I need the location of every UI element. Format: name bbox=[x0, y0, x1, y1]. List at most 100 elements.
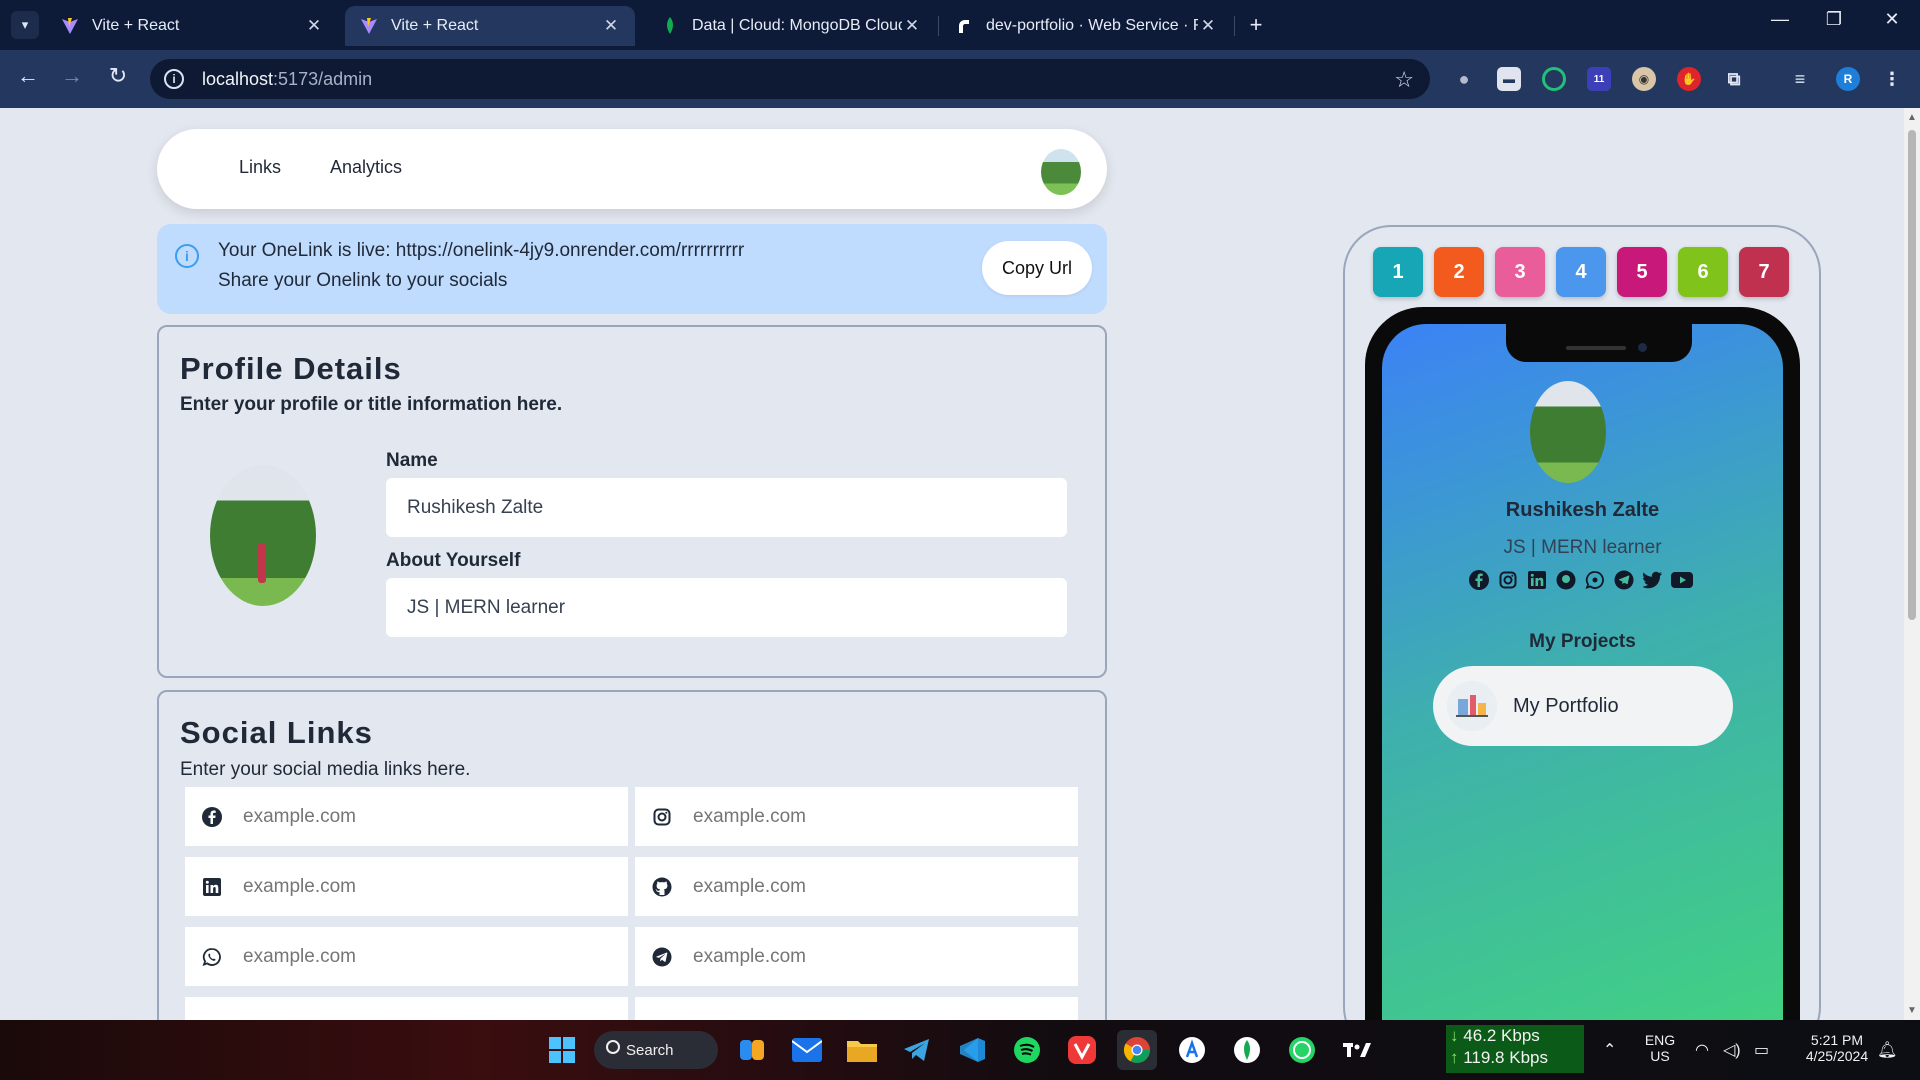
whatsapp-app-icon[interactable] bbox=[1282, 1030, 1322, 1070]
instagram-field[interactable] bbox=[635, 787, 1078, 846]
facebook-icon[interactable] bbox=[1468, 569, 1490, 591]
browser-tab-4[interactable]: dev-portfolio · Web Service · R ✕ bbox=[940, 6, 1232, 46]
close-icon[interactable]: ✕ bbox=[304, 16, 324, 36]
phone-camera bbox=[1638, 343, 1647, 352]
youtube-field[interactable] bbox=[635, 997, 1078, 1020]
avatar[interactable] bbox=[1041, 149, 1081, 195]
telegram-app-icon[interactable] bbox=[897, 1030, 937, 1070]
language-indicator[interactable]: ENG US bbox=[1644, 1032, 1676, 1064]
wifi-icon[interactable]: ◠ bbox=[1695, 1040, 1709, 1060]
tab-search-button[interactable]: ▾ bbox=[11, 11, 39, 39]
extensions-puzzle-icon[interactable]: ⧉ bbox=[1722, 67, 1746, 91]
linkedin-icon bbox=[201, 876, 223, 898]
address-bar[interactable]: i localhost:5173/admin ☆ bbox=[150, 59, 1430, 99]
github-icon bbox=[651, 876, 673, 898]
profile-photo[interactable] bbox=[210, 465, 316, 606]
site-info-icon[interactable]: i bbox=[164, 69, 184, 89]
scrollbar-thumb[interactable] bbox=[1908, 130, 1916, 620]
name-label: Name bbox=[386, 450, 438, 471]
browser-tab-1[interactable]: Vite + React ✕ bbox=[46, 6, 338, 46]
nav-links[interactable]: Links bbox=[239, 157, 281, 178]
nav-analytics[interactable]: Analytics bbox=[330, 157, 402, 178]
theme-button-2[interactable]: 2 bbox=[1434, 247, 1484, 297]
theme-button-6[interactable]: 6 bbox=[1678, 247, 1728, 297]
notification-bell-icon[interactable]: 🔔︎ bbox=[1877, 1040, 1897, 1060]
spotify-icon[interactable] bbox=[1007, 1030, 1047, 1070]
close-icon[interactable]: ✕ bbox=[601, 16, 621, 36]
theme-button-1[interactable]: 1 bbox=[1373, 247, 1423, 297]
tradingview-icon[interactable] bbox=[1337, 1030, 1377, 1070]
url-text[interactable]: localhost:5173/admin bbox=[202, 69, 372, 90]
whatsapp-field[interactable] bbox=[185, 927, 628, 986]
instagram-input[interactable] bbox=[693, 805, 1053, 828]
whatsapp-icon[interactable] bbox=[1584, 569, 1606, 591]
back-button[interactable]: ← bbox=[13, 63, 43, 89]
twitter-icon[interactable] bbox=[1642, 569, 1664, 591]
github-field[interactable] bbox=[635, 857, 1078, 916]
upload-speed: 119.8 Kbps bbox=[1463, 1048, 1548, 1067]
theme-button-3[interactable]: 3 bbox=[1495, 247, 1545, 297]
linkedin-input[interactable] bbox=[243, 875, 603, 898]
volume-icon[interactable]: ◁) bbox=[1723, 1040, 1741, 1060]
mongodb-compass-icon[interactable] bbox=[1227, 1030, 1267, 1070]
extension-face-icon[interactable]: ◉ bbox=[1632, 67, 1656, 91]
windows-start-icon[interactable] bbox=[542, 1030, 582, 1070]
app-store-icon[interactable] bbox=[1172, 1030, 1212, 1070]
extension-bulb-icon[interactable]: ● bbox=[1452, 67, 1476, 91]
tray-overflow-chevron-icon[interactable]: ⌃ bbox=[1603, 1040, 1616, 1060]
extension-badge-icon[interactable]: 11 bbox=[1587, 67, 1611, 91]
instagram-icon[interactable] bbox=[1497, 569, 1519, 591]
github-icon[interactable] bbox=[1555, 569, 1577, 591]
clock[interactable]: 5:21 PM 4/25/2024 bbox=[1790, 1032, 1884, 1064]
page-scrollbar[interactable]: ▲ ▼ bbox=[1904, 108, 1920, 1020]
telegram-icon[interactable] bbox=[1613, 569, 1635, 591]
youtube-icon[interactable] bbox=[1671, 569, 1693, 591]
forward-button[interactable]: → bbox=[57, 63, 87, 89]
reload-button[interactable]: ↻ bbox=[103, 63, 133, 89]
theme-label: 2 bbox=[1453, 260, 1465, 283]
copy-url-button[interactable]: Copy Url bbox=[982, 241, 1092, 295]
browser-menu-icon[interactable]: ⋮ bbox=[1880, 67, 1904, 91]
chrome-icon[interactable] bbox=[1117, 1030, 1157, 1070]
vivaldi-icon[interactable] bbox=[1062, 1030, 1102, 1070]
extension-stop-icon[interactable]: ✋ bbox=[1677, 67, 1701, 91]
whatsapp-input[interactable] bbox=[243, 945, 603, 968]
project-thumbnail bbox=[1447, 681, 1497, 731]
linkedin-icon[interactable] bbox=[1526, 569, 1548, 591]
bookmark-star-icon[interactable]: ☆ bbox=[1394, 67, 1414, 93]
extension-wallet-icon[interactable]: ▬ bbox=[1497, 67, 1521, 91]
facebook-field[interactable] bbox=[185, 787, 628, 846]
github-input[interactable] bbox=[693, 875, 1053, 898]
close-icon[interactable]: ✕ bbox=[1198, 16, 1218, 36]
profile-avatar[interactable]: R bbox=[1836, 67, 1860, 91]
facebook-input[interactable] bbox=[243, 805, 603, 828]
file-explorer-icon[interactable] bbox=[842, 1030, 882, 1070]
copilot-icon[interactable] bbox=[732, 1030, 772, 1070]
mail-icon[interactable] bbox=[787, 1030, 827, 1070]
restore-button[interactable]: ❐ bbox=[1814, 9, 1854, 30]
media-controls-icon[interactable]: ≡ bbox=[1788, 67, 1812, 91]
taskbar-search[interactable]: Search bbox=[594, 1031, 718, 1069]
twitter-field[interactable] bbox=[185, 997, 628, 1020]
name-field[interactable] bbox=[386, 478, 1067, 537]
linkedin-field[interactable] bbox=[185, 857, 628, 916]
vscode-icon[interactable] bbox=[952, 1030, 992, 1070]
browser-tab-3[interactable]: Data | Cloud: MongoDB Cloud ✕ bbox=[646, 6, 936, 46]
theme-button-5[interactable]: 5 bbox=[1617, 247, 1667, 297]
close-icon[interactable]: ✕ bbox=[902, 16, 922, 36]
battery-icon[interactable]: ▭ bbox=[1754, 1040, 1769, 1060]
theme-button-7[interactable]: 7 bbox=[1739, 247, 1789, 297]
scroll-up-icon[interactable]: ▲ bbox=[1907, 112, 1917, 123]
extension-target-icon[interactable] bbox=[1542, 67, 1566, 91]
telegram-input[interactable] bbox=[693, 945, 1053, 968]
minimize-button[interactable]: — bbox=[1760, 9, 1800, 30]
facebook-icon bbox=[201, 806, 223, 828]
about-field[interactable] bbox=[386, 578, 1067, 637]
window-close-button[interactable]: ✕ bbox=[1872, 9, 1912, 30]
theme-button-4[interactable]: 4 bbox=[1556, 247, 1606, 297]
browser-tab-2-active[interactable]: Vite + React ✕ bbox=[345, 6, 635, 46]
scroll-down-icon[interactable]: ▼ bbox=[1907, 1005, 1917, 1016]
new-tab-button[interactable]: + bbox=[1243, 12, 1269, 38]
telegram-field[interactable] bbox=[635, 927, 1078, 986]
preview-project-link[interactable]: My Portfolio bbox=[1433, 666, 1733, 746]
